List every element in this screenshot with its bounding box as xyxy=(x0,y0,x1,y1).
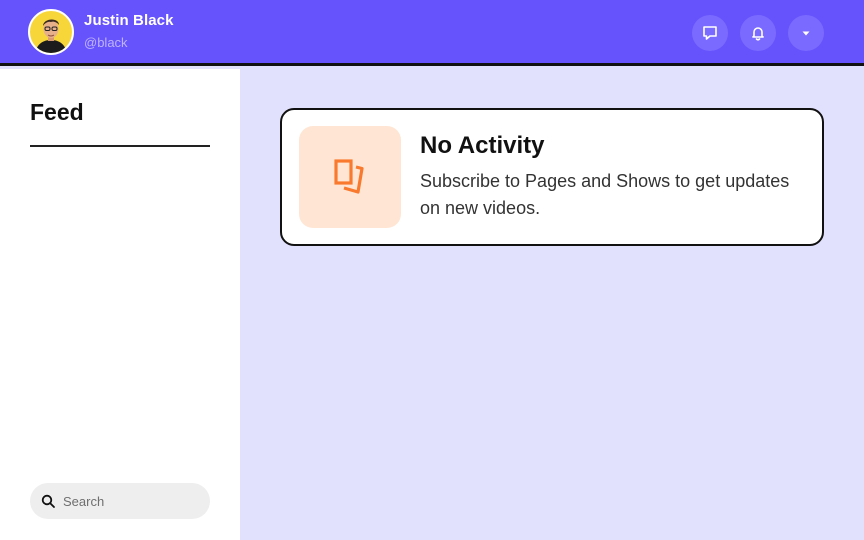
page-title: Feed xyxy=(30,99,84,125)
empty-state-thumbnail xyxy=(299,126,401,228)
user-handle: @black xyxy=(84,35,128,50)
stacked-pages-icon xyxy=(334,159,364,194)
caret-down-icon xyxy=(802,31,810,36)
person-portrait-icon xyxy=(35,19,67,53)
avatar[interactable] xyxy=(28,9,74,55)
sidebar: Feed xyxy=(0,69,240,540)
empty-state-title: No Activity xyxy=(420,132,545,159)
message-icon xyxy=(703,26,717,40)
search-box[interactable] xyxy=(30,483,210,519)
empty-state-card: No Activity Subscribe to Pages and Shows… xyxy=(280,108,824,246)
divider xyxy=(30,145,210,147)
empty-state-message: Subscribe to Pages and Shows to get upda… xyxy=(420,171,790,218)
notifications-button[interactable] xyxy=(740,15,776,51)
messages-button[interactable] xyxy=(692,15,728,51)
top-bar: Justin Black @black xyxy=(0,0,864,66)
bell-icon xyxy=(752,27,764,41)
search-icon xyxy=(40,493,56,509)
search-input[interactable] xyxy=(63,493,193,509)
account-menu-button[interactable] xyxy=(788,15,824,51)
user-name: Justin Black xyxy=(84,12,174,29)
